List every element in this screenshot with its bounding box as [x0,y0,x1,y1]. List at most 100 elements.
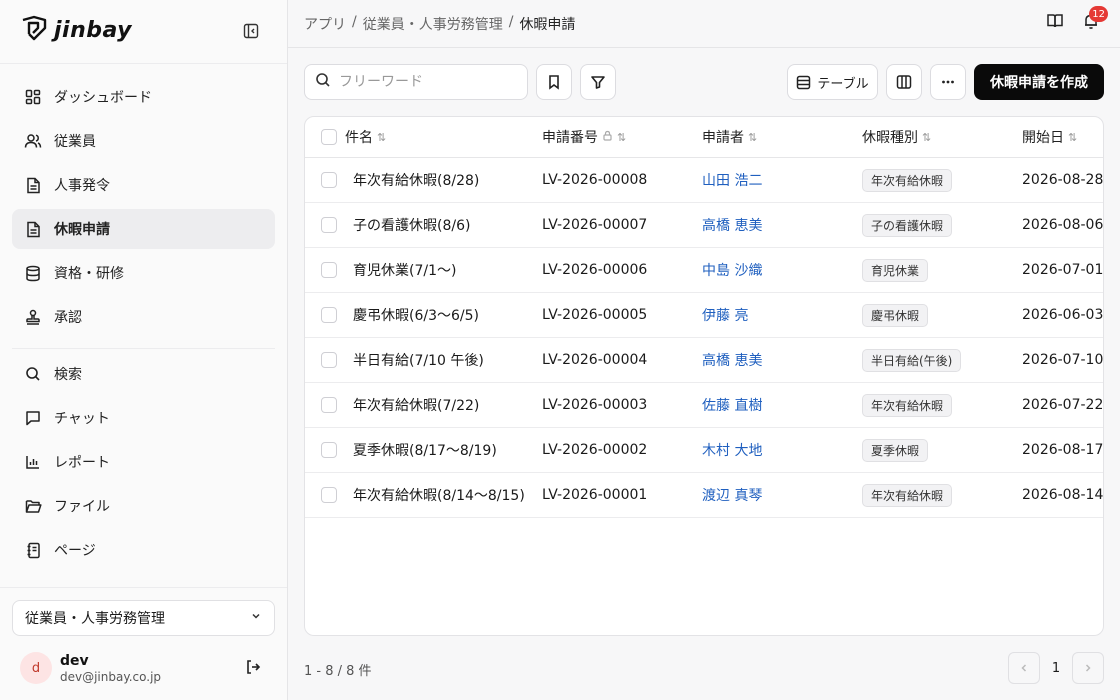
cell-number-text: LV-2026-00001 [542,487,648,503]
row-checkbox[interactable] [321,352,337,368]
sidebar-item-3[interactable]: ファイル [12,486,275,526]
cell-number: LV-2026-00005 [542,293,647,337]
row-select-cell [321,473,337,517]
table-row[interactable]: 夏季休暇(8/17〜8/19) LV-2026-00002 木村 大地 夏季休暇 202… [305,428,1103,473]
cell-number-text: LV-2026-00004 [542,352,648,368]
notification-button[interactable]: 12 [1082,6,1108,34]
sidebar-divider [0,63,287,64]
cell-subject-text: 年次有給休暇(8/14〜8/15) [353,488,525,504]
table-row[interactable]: 慶弔休暇(6/3〜6/5) LV-2026-00005 伊藤 亮 慶弔休暇 2026-0… [305,293,1103,338]
columns-button[interactable] [886,64,922,100]
leave-type-badge: 年次有給休暇 [862,168,953,192]
cell-applicant-text[interactable]: 渡辺 真琴 [702,485,762,505]
notification-badge: 12 [1089,6,1108,22]
sidebar-item-4[interactable]: 資格・研修 [12,253,275,293]
table-row[interactable]: 半日有給(7/10 午後) LV-2026-00004 高橋 恵美 半日有給(午後) 2… [305,338,1103,383]
cell-applicant: 渡辺 真琴 [702,473,762,517]
prev-page-button[interactable] [1008,652,1040,684]
page-number[interactable]: 1 [1040,652,1072,684]
cell-start-text: 2026-08-14 [1022,487,1104,503]
row-checkbox[interactable] [321,217,337,233]
column-header-applicant[interactable]: 申請者 ⇅ [702,117,757,157]
sidebar: jinbay ダッシュボード従業員人事発令休暇申請資格・研修承認 検索チャットレ… [0,0,288,700]
sidebar-item-2[interactable]: レポート [12,442,275,482]
column-label-number: 申請番号 [542,130,598,146]
sidebar-item-2[interactable]: 人事発令 [12,165,275,205]
sidebar-item-1[interactable]: チャット [12,398,275,438]
breadcrumb-apps[interactable]: アプリ [304,14,346,34]
cell-applicant-text[interactable]: 木村 大地 [702,440,762,460]
filter-button[interactable] [580,64,616,100]
sidebar-item-label: 人事発令 [54,178,110,194]
sidebar-item-label: レポート [54,455,110,471]
sidebar-item-4[interactable]: ページ [12,530,275,570]
sidebar-item-0[interactable]: 検索 [12,354,275,394]
book-icon[interactable] [1046,12,1064,34]
app-switcher-select[interactable]: 従業員・人事労務管理 [12,600,275,636]
next-page-button[interactable] [1072,652,1104,684]
cell-applicant-text[interactable]: 高橋 恵美 [702,215,762,235]
cell-applicant-text[interactable]: 高橋 恵美 [702,350,762,370]
top-bar: アプリ / 従業員・人事労務管理 / 休暇申請 12 [288,0,1120,48]
column-label-subject: 件名 [345,130,373,146]
cell-applicant-text[interactable]: 中島 沙織 [702,260,762,280]
table-header: 件名 ⇅ 申請番号 ⇅ 申請者 ⇅ 休暇種別 ⇅ 開始日 ⇅ [305,117,1103,158]
row-checkbox[interactable] [321,442,337,458]
search-box[interactable] [304,64,528,100]
select-all-checkbox[interactable] [321,129,337,145]
app-logo[interactable]: jinbay [20,14,132,46]
sidebar-item-3[interactable]: 休暇申請 [12,209,275,249]
search-icon [315,72,331,92]
avatar[interactable]: d [20,652,52,684]
breadcrumb-separator: / [352,14,357,30]
more-options-button[interactable] [930,64,966,100]
cell-applicant-text[interactable]: 山田 浩二 [702,170,762,190]
sidebar-item-5[interactable]: 承認 [12,297,275,337]
document-icon [24,176,42,194]
sidebar-item-label: 資格・研修 [54,266,124,282]
logout-icon[interactable] [244,658,262,680]
search-input[interactable] [339,74,509,90]
row-checkbox[interactable] [321,487,337,503]
row-checkbox[interactable] [321,307,337,323]
cell-applicant-text[interactable]: 佐藤 直樹 [702,395,762,415]
breadcrumb-app[interactable]: 従業員・人事労務管理 [363,14,503,34]
column-header-number[interactable]: 申請番号 ⇅ [542,117,626,157]
secondary-nav: 検索チャットレポートファイル ページ [12,354,275,574]
primary-nav: ダッシュボード従業員人事発令休暇申請資格・研修承認 [12,77,275,341]
cell-type: 育児休業 [862,248,929,292]
chevron-down-icon [250,610,262,626]
cell-start-text: 2026-07-22 [1022,397,1104,413]
row-select-cell [321,428,337,472]
sidebar-item-label: 検索 [54,367,82,383]
cell-subject: 子の看護休暇(8/6) [353,203,470,247]
row-select-cell [321,338,337,382]
create-leave-request-button[interactable]: 休暇申請を作成 [974,64,1104,100]
column-header-type[interactable]: 休暇種別 ⇅ [862,117,931,157]
table-row[interactable]: 子の看護休暇(8/6) LV-2026-00007 高橋 恵美 子の看護休暇 2026-… [305,203,1103,248]
sidebar-item-0[interactable]: ダッシュボード [12,77,275,117]
nav-divider [12,348,275,349]
table-row[interactable]: 年次有給休暇(8/14〜8/15) LV-2026-00001 渡辺 真琴 年次有給休… [305,473,1104,518]
lock-icon [602,129,613,145]
row-checkbox[interactable] [321,172,337,188]
column-header-start[interactable]: 開始日 ⇅ [1022,117,1077,157]
sort-icon: ⇅ [617,130,627,144]
bookmark-button[interactable] [536,64,572,100]
cell-number-text: LV-2026-00002 [542,442,648,458]
cell-number: LV-2026-00007 [542,203,647,247]
leave-type-badge: 育児休業 [862,258,929,282]
cell-subject: 育児休業(7/1〜) [353,248,456,292]
table-row[interactable]: 年次有給休暇(8/28) LV-2026-00008 山田 浩二 年次有給休暇 2026… [305,158,1103,203]
sidebar-item-1[interactable]: 従業員 [12,121,275,161]
table-row[interactable]: 年次有給休暇(7/22) LV-2026-00003 佐藤 直樹 年次有給休暇 2026… [305,383,1104,428]
table-row[interactable]: 育児休業(7/1〜) LV-2026-00006 中島 沙織 育児休業 2026-07-… [305,248,1103,293]
view-table-button[interactable]: テーブル [787,64,878,100]
row-checkbox[interactable] [321,262,337,278]
column-label-applicant: 申請者 [702,130,744,146]
row-checkbox[interactable] [321,397,337,413]
cell-applicant-text[interactable]: 伊藤 亮 [702,305,748,325]
sidebar-collapse-icon[interactable] [240,20,262,42]
sidebar-item-label: 従業員 [54,134,96,150]
column-header-subject[interactable]: 件名 ⇅ [345,117,386,157]
